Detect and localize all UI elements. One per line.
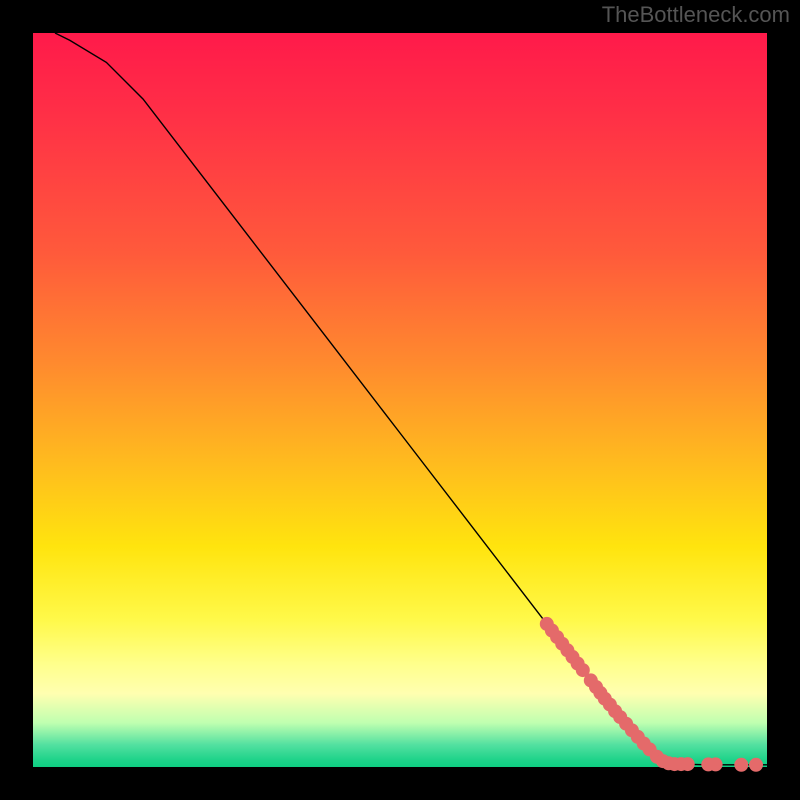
data-marker: [681, 757, 695, 771]
data-marker: [749, 758, 763, 772]
data-marker: [709, 757, 723, 771]
data-marker: [734, 758, 748, 772]
plot-gradient-background: [33, 33, 767, 767]
chart-svg: [33, 33, 767, 767]
watermark-text: TheBottleneck.com: [602, 2, 790, 28]
data-markers-group: [540, 617, 763, 772]
bottleneck-curve: [55, 33, 767, 765]
